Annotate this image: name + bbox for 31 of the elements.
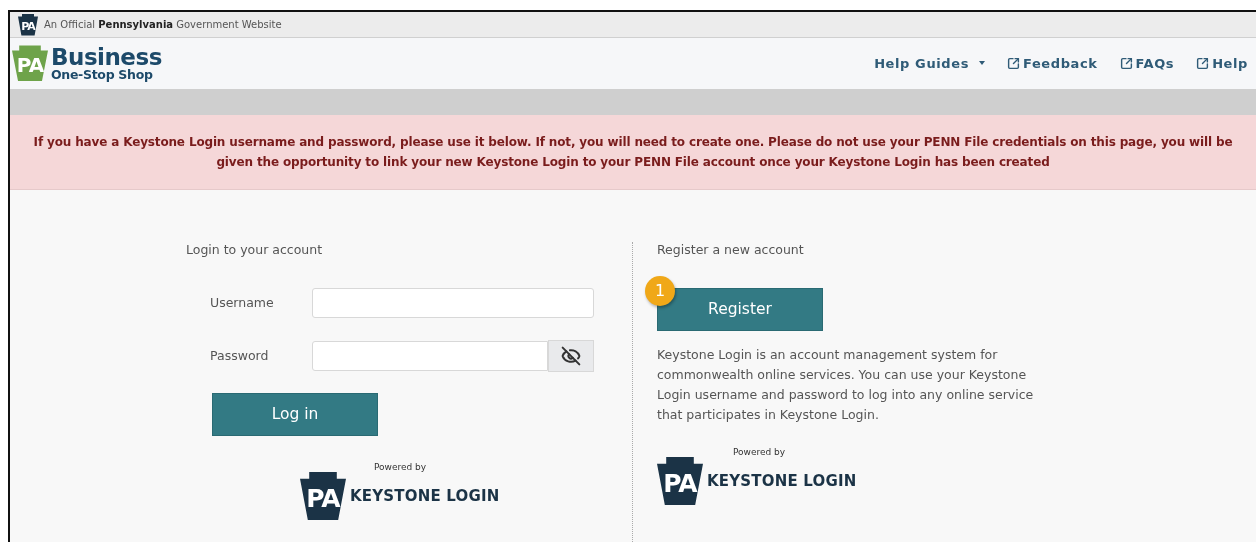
external-link-icon [1119,57,1133,70]
keystone-logo: PA [657,457,703,505]
help-guides-menu[interactable]: Help Guides [874,56,985,71]
alert-text: If you have a Keystone Login username and password, please use it below. If not, you will need to create one. Please do not use your PENN File credentials on this page, you will be given the opportunity to link your new Keystone Login to your PENN File account once your Keystone Login has been created [32,133,1234,171]
nav-link[interactable]: Feedback [1006,56,1098,71]
field-label: Password [210,348,270,364]
show-password-button[interactable] [548,340,594,372]
logo-subtitle: One-Stop Shop [51,68,154,82]
section-heading: Login to your account [186,242,324,257]
section-heading: Register a new account [657,242,805,257]
keystone-logo: PA [300,472,346,520]
description-text: Keystone Login is an account management system for commonwealth online services. You can use your Keystone Login username and password to log into any online service that participates in Keystone Login. [657,346,1035,424]
step-badge: 1 [645,276,675,306]
keystone-login-logo-text: KEYSTONE LOGIN [350,487,500,505]
username-field[interactable] [312,288,594,318]
external-link-icon [1196,57,1210,70]
password-field[interactable] [312,341,548,371]
logo-title: Business [51,45,162,69]
keystone-logo: PA [12,45,48,82]
field-label: Username [210,295,275,311]
powered-by-text: Powered by [374,462,427,472]
login-button[interactable]: Log in [212,393,378,436]
nav-link[interactable]: Help [1196,56,1248,71]
nav-link[interactable]: FAQs [1119,56,1175,71]
keystone-logo: PA [18,13,38,36]
eye-off-icon [561,346,581,366]
caret-icon [978,61,985,66]
powered-by-text: Powered by [733,447,786,457]
official-website-text: An Official Pennsylvania Government Website [44,19,282,30]
external-link-icon [1006,57,1020,70]
keystone-login-logo-text: KEYSTONE LOGIN [707,472,857,490]
